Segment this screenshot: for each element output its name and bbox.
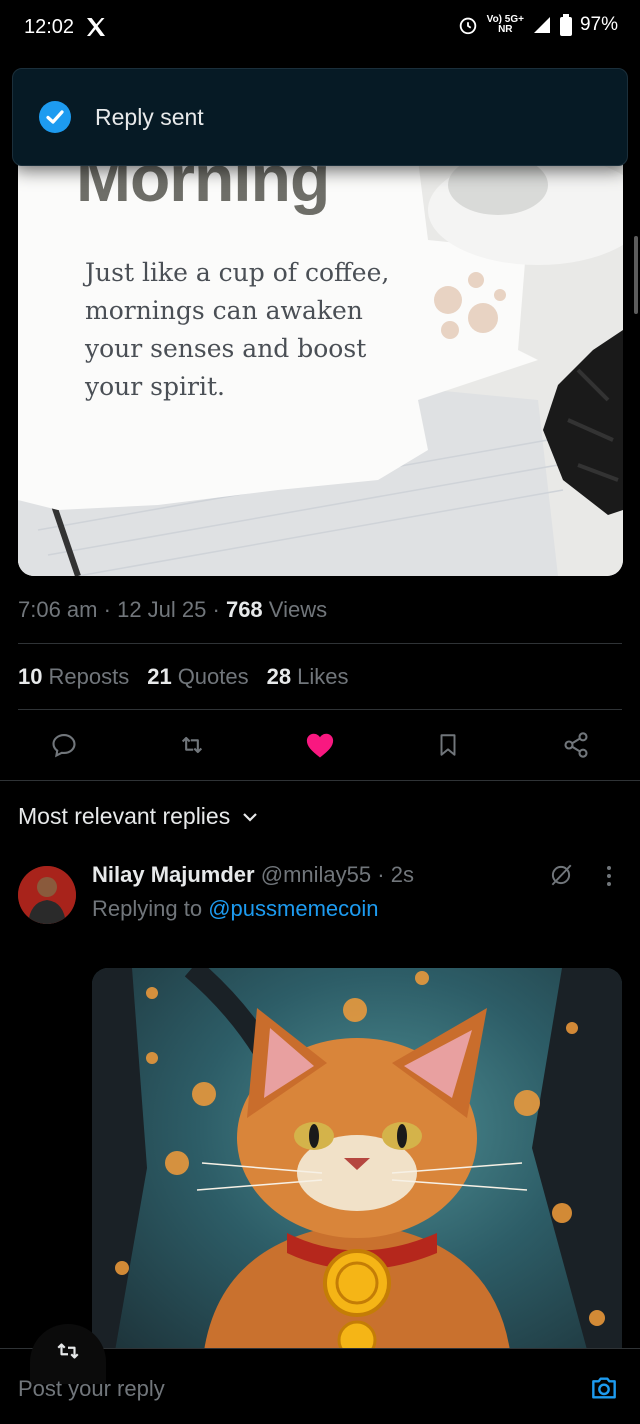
reply-sort-label: Most relevant replies xyxy=(18,803,231,829)
network-indicator: Vo) 5G+ NR xyxy=(486,14,524,35)
grok-icon xyxy=(551,864,572,886)
signal-icon xyxy=(533,17,550,33)
tweet-date: 12 Jul 25 xyxy=(117,597,207,622)
divider xyxy=(0,780,640,781)
reply-image[interactable] xyxy=(92,968,622,1368)
alarm-icon xyxy=(459,17,476,35)
more-vertical-icon xyxy=(607,866,611,886)
scrollbar[interactable] xyxy=(634,236,638,314)
status-icons: Vo) 5G+ NR 97% xyxy=(457,14,618,36)
like-button[interactable] xyxy=(300,725,340,765)
cat-illustration xyxy=(92,968,622,1368)
camera-icon xyxy=(592,1377,616,1399)
engagement-stats: 10 Reposts 21 Quotes 28 Likes xyxy=(18,664,348,690)
tweet-time: 7:06 am xyxy=(18,597,98,622)
bookmark-icon xyxy=(440,734,456,756)
camera-button[interactable] xyxy=(588,1372,620,1404)
reply-age: 2s xyxy=(390,862,414,887)
bookmark-button[interactable] xyxy=(428,725,468,765)
battery-icon xyxy=(559,14,572,36)
repost-icon xyxy=(57,1343,79,1359)
x-logo-icon xyxy=(87,18,105,36)
repost-icon xyxy=(181,736,203,754)
reply-author-handle[interactable]: @mnilay55 xyxy=(261,862,371,887)
more-options-button[interactable] xyxy=(604,864,614,893)
reply-header: Nilay Majumder @mnilay55 · 2s xyxy=(92,862,414,887)
tweet-image[interactable]: Morning Just like a cup of coffee, morni… xyxy=(18,100,623,576)
share-icon xyxy=(564,732,588,758)
divider xyxy=(18,709,622,710)
chevron-down-icon xyxy=(243,812,257,822)
grok-button[interactable] xyxy=(548,862,574,893)
status-time: 12:02 xyxy=(24,16,75,38)
reply-author-name[interactable]: Nilay Majumder xyxy=(92,862,255,887)
reply-sent-toast: Reply sent xyxy=(12,68,628,166)
share-button[interactable] xyxy=(556,725,596,765)
battery-percent: 97% xyxy=(579,14,618,35)
views-count: 768 xyxy=(225,597,263,622)
divider xyxy=(18,643,622,644)
avatar[interactable] xyxy=(18,866,76,924)
reply-button[interactable] xyxy=(44,725,84,765)
check-circle-icon xyxy=(39,101,71,133)
heart-filled-icon xyxy=(306,733,334,758)
image-body-text: Just like a cup of coffee, mornings can … xyxy=(85,258,390,401)
status-bar: 12:02 Vo) 5G+ NR 97% xyxy=(0,0,640,56)
replying-to-mention[interactable]: @pussmemecoin xyxy=(208,896,378,921)
views-label: Views xyxy=(268,597,328,622)
reply-input[interactable]: Post your reply xyxy=(18,1376,165,1402)
toast-text: Reply sent xyxy=(95,104,204,130)
comment-icon xyxy=(52,734,76,758)
replying-to: Replying to @pussmemecoin xyxy=(92,896,379,921)
quotes-stat[interactable]: 21 Quotes xyxy=(147,664,248,690)
tweet-meta: 7:06 am · 12 Jul 25 · 768 Views xyxy=(18,597,328,622)
reposts-stat[interactable]: 10 Reposts xyxy=(18,664,129,690)
reply-sort-dropdown[interactable]: Most relevant replies xyxy=(18,803,258,830)
likes-stat[interactable]: 28 Likes xyxy=(267,664,349,690)
repost-button[interactable] xyxy=(172,725,212,765)
